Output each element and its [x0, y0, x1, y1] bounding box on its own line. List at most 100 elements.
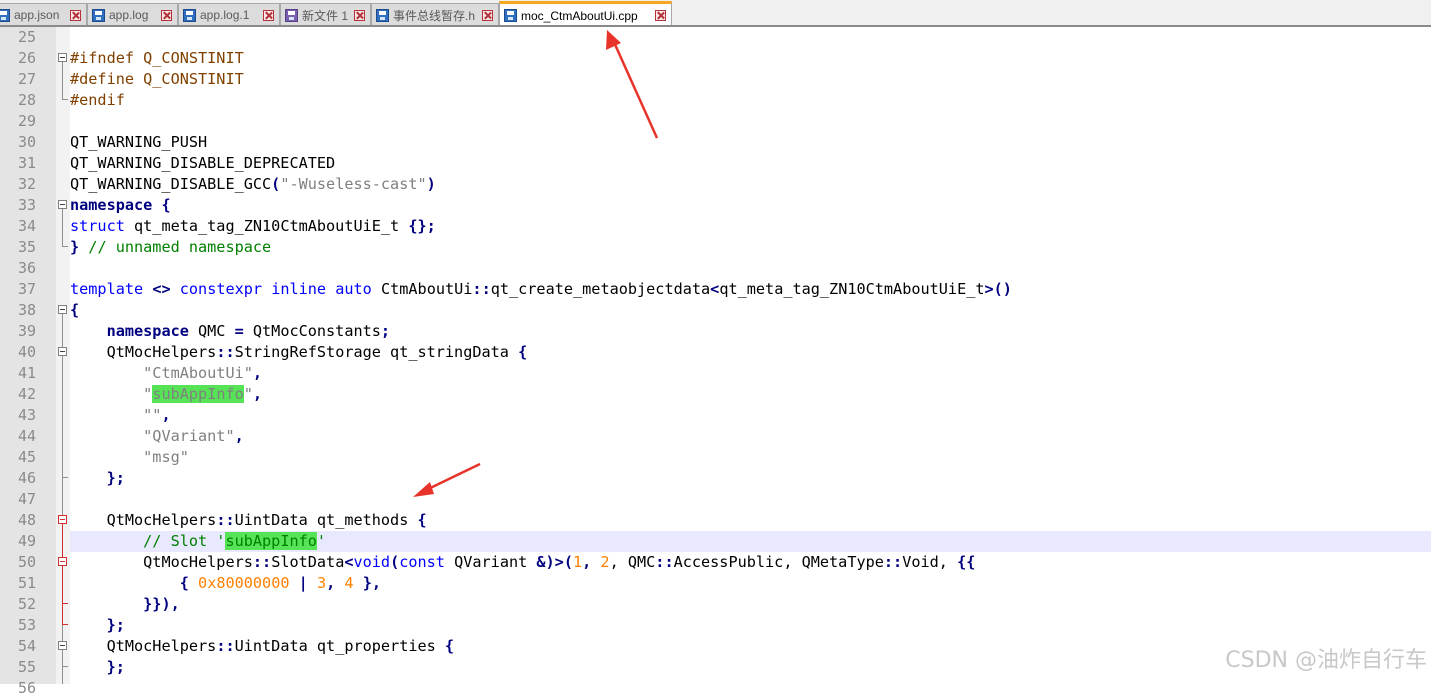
code-line[interactable]: 30 QT_WARNING_PUSH: [0, 132, 1431, 153]
code-line-current[interactable]: 49 // Slot 'subAppInfo': [0, 531, 1431, 552]
code-line[interactable]: 55 };: [0, 657, 1431, 678]
fold-minus-icon[interactable]: [58, 53, 67, 62]
code-line[interactable]: 39 namespace QMC = QtMocConstants;: [0, 321, 1431, 342]
save-icon: [376, 8, 389, 22]
code-line[interactable]: 52 }}),: [0, 594, 1431, 615]
code-line[interactable]: 29: [0, 111, 1431, 132]
code-line[interactable]: 43 "",: [0, 405, 1431, 426]
tab-label: app.log: [109, 8, 149, 22]
watermark: CSDN @油炸自行车: [1225, 648, 1427, 673]
close-icon[interactable]: [354, 9, 365, 21]
code-line[interactable]: 36: [0, 258, 1431, 279]
tab-event-bus-h[interactable]: 事件总线暂存.h: [371, 3, 499, 25]
code-line[interactable]: 38 {: [0, 300, 1431, 321]
code-text: // Slot 'subAppInfo': [143, 532, 327, 550]
fold-minus-icon[interactable]: [58, 515, 67, 524]
code-line[interactable]: 33 namespace {: [0, 195, 1431, 216]
tab-app-json[interactable]: app.json: [0, 3, 87, 25]
code-text: QtMocHelpers::StringRefStorage qt_string…: [106, 343, 528, 361]
code-line[interactable]: 50 QtMocHelpers::SlotData<void(const QVa…: [0, 552, 1431, 573]
line-number: 56: [17, 679, 36, 697]
tab-label: app.log.1: [200, 8, 250, 22]
code-line[interactable]: 34 struct qt_meta_tag_ZN10CtmAboutUiE_t …: [0, 216, 1431, 237]
code-text: namespace QMC = QtMocConstants;: [106, 322, 391, 340]
line-number: 43: [17, 406, 36, 424]
tab-app-log[interactable]: app.log: [87, 3, 178, 25]
search-highlight: subAppInfo: [152, 385, 244, 403]
code-line[interactable]: 40 QtMocHelpers::StringRefStorage qt_str…: [0, 342, 1431, 363]
code-text: };: [106, 469, 125, 487]
fold-marker[interactable]: [56, 48, 70, 69]
code-text: "QVariant",: [143, 427, 244, 445]
code-line[interactable]: 26 #ifndef Q_CONSTINIT: [0, 48, 1431, 69]
close-icon[interactable]: [482, 9, 493, 21]
save-icon: [504, 9, 517, 22]
line-number: 52: [17, 595, 36, 613]
tab-app-log-1[interactable]: app.log.1: [178, 3, 280, 25]
line-number: 51: [17, 574, 36, 592]
close-icon[interactable]: [263, 9, 274, 21]
line-number: 39: [17, 322, 36, 340]
code-line[interactable]: 35 } // unnamed namespace: [0, 237, 1431, 258]
fold-minus-icon[interactable]: [58, 557, 67, 566]
tab-label: moc_CtmAboutUi.cpp: [521, 8, 638, 23]
fold-minus-icon[interactable]: [58, 200, 67, 209]
code-line[interactable]: 44 "QVariant",: [0, 426, 1431, 447]
close-icon[interactable]: [655, 10, 666, 21]
line-number: 31: [17, 154, 36, 172]
line-number: 53: [17, 616, 36, 634]
tab-moc-ctmaboutui-cpp[interactable]: moc_CtmAboutUi.cpp: [499, 1, 672, 25]
code-line[interactable]: 46 };: [0, 468, 1431, 489]
code-text: "msg": [143, 448, 189, 466]
code-line[interactable]: 32 QT_WARNING_DISABLE_GCC("-Wuseless-cas…: [0, 174, 1431, 195]
line-number: 44: [17, 427, 36, 445]
code-line[interactable]: 28 #endif: [0, 90, 1431, 111]
line-number: 49: [17, 532, 36, 550]
code-line[interactable]: 54 QtMocHelpers::UintData qt_properties …: [0, 636, 1431, 657]
code-line[interactable]: 56: [0, 678, 1431, 699]
code-editor[interactable]: 25 26 #ifndef Q_CONSTINIT 27 #define Q_C…: [0, 27, 1431, 697]
save-icon: [92, 8, 105, 22]
line-number: 48: [17, 511, 36, 529]
code-line[interactable]: 45 "msg": [0, 447, 1431, 468]
code-line[interactable]: 47: [0, 489, 1431, 510]
code-text: QT_WARNING_DISABLE_DEPRECATED: [70, 154, 336, 172]
line-number: 38: [17, 301, 36, 319]
code-text: { 0x80000000 | 3, 4 },: [179, 574, 382, 592]
line-number: 54: [17, 637, 36, 655]
fold-minus-icon[interactable]: [58, 305, 67, 314]
line-number: 26: [17, 49, 36, 67]
code-line[interactable]: 53 };: [0, 615, 1431, 636]
code-text: namespace {: [70, 196, 171, 214]
code-line[interactable]: 25: [0, 27, 1431, 48]
tab-new-file-1[interactable]: 新文件 1: [280, 3, 371, 25]
code-line[interactable]: 42 "subAppInfo",: [0, 384, 1431, 405]
close-icon[interactable]: [161, 9, 172, 21]
code-text: template <> constexpr inline auto CtmAbo…: [70, 280, 1012, 298]
save-icon: [0, 8, 10, 22]
code-text: {: [70, 301, 80, 319]
search-highlight: subAppInfo: [225, 532, 317, 550]
code-line[interactable]: 48 QtMocHelpers::UintData qt_methods {: [0, 510, 1431, 531]
line-number: 29: [17, 112, 36, 130]
close-icon[interactable]: [70, 9, 81, 21]
tab-label: 新文件 1: [302, 8, 349, 23]
code-line[interactable]: 41 "CtmAboutUi",: [0, 363, 1431, 384]
save-icon: [183, 8, 196, 22]
line-number: 50: [17, 553, 36, 571]
line-number: 46: [17, 469, 36, 487]
code-line[interactable]: 27 #define Q_CONSTINIT: [0, 69, 1431, 90]
line-number: 27: [17, 70, 36, 88]
line-number: 25: [17, 28, 36, 46]
code-line[interactable]: 51 { 0x80000000 | 3, 4 },: [0, 573, 1431, 594]
code-text: QtMocHelpers::SlotData<void(const QVaria…: [143, 553, 976, 571]
code-line[interactable]: 31 QT_WARNING_DISABLE_DEPRECATED: [0, 153, 1431, 174]
code-line[interactable]: 37 template <> constexpr inline auto Ctm…: [0, 279, 1431, 300]
line-number: 36: [17, 259, 36, 277]
line-number: 42: [17, 385, 36, 403]
code-text: QtMocHelpers::UintData qt_properties {: [106, 637, 455, 655]
fold-minus-icon[interactable]: [58, 641, 67, 650]
line-number: 47: [17, 490, 36, 508]
code-text: #endif: [70, 91, 125, 109]
fold-minus-icon[interactable]: [58, 347, 67, 356]
